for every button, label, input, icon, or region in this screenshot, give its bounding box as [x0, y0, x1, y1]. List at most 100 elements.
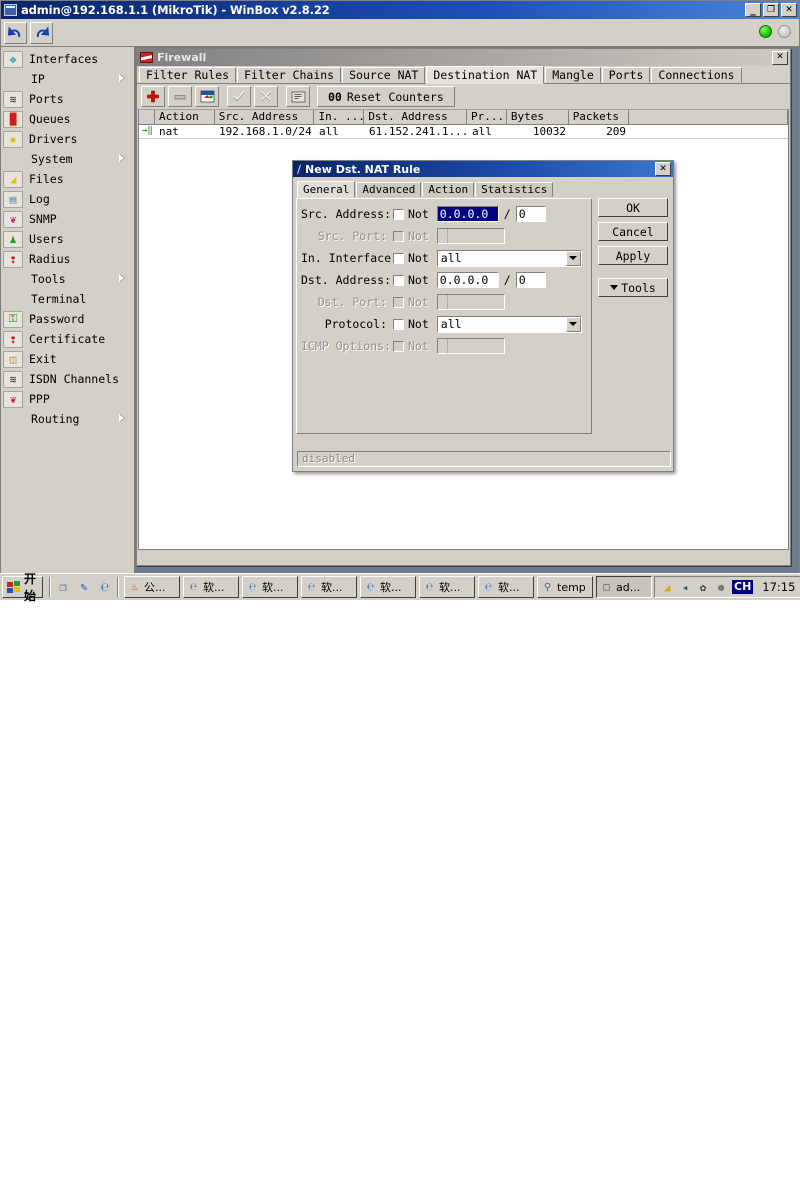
dst-address-mask-input[interactable]: 0 [515, 272, 546, 288]
caret-down-icon [610, 285, 619, 290]
taskbar-window-buttons: ♨ 公... ℮ 软... ℮ 软... ℮ 软... ℮ 软... ℮ 软... ℮ 软... ⚲ temp… [124, 576, 653, 598]
sidebar-item-queues[interactable]: █ Queues [1, 109, 134, 129]
sidebar-item-radius[interactable]: ❢ Radius [1, 249, 134, 269]
column-header[interactable]: Packets [569, 110, 629, 124]
taskbar-button[interactable]: ⚲ temp [537, 576, 594, 598]
dialog-close-button[interactable]: ✕ [655, 162, 671, 176]
column-header[interactable]: In. ... [314, 110, 365, 124]
taskbar-button[interactable]: ℮ 软... [301, 576, 358, 598]
sidebar-item-ports[interactable]: ≋ Ports [1, 89, 134, 109]
tab-mangle[interactable]: Mangle [545, 67, 601, 83]
in-interface-not-checkbox[interactable] [393, 252, 404, 264]
protocol-not-checkbox[interactable] [393, 318, 404, 330]
maximize-button[interactable]: ❐ [763, 3, 779, 17]
reset-counters-button[interactable]: 00 Reset Counters [317, 86, 455, 107]
disable-button[interactable] [254, 86, 278, 107]
taskbar-button[interactable]: □ ad... [596, 576, 653, 598]
taskbar-button[interactable]: ♨ 公... [124, 576, 181, 598]
dialog-tab-action[interactable]: Action [422, 182, 475, 197]
check-button[interactable] [227, 86, 251, 107]
taskbar-button[interactable]: ℮ 软... [242, 576, 299, 598]
column-header[interactable]: Src. Address [215, 110, 315, 124]
chevron-down-icon[interactable] [565, 250, 581, 266]
sidebar-item-routing[interactable]: Routing [1, 409, 134, 429]
volume-icon[interactable]: ◂ [677, 579, 693, 595]
sidebar-item-system[interactable]: System [1, 149, 134, 169]
column-header[interactable]: Bytes [507, 110, 569, 124]
dst-address-not-checkbox[interactable] [393, 274, 404, 286]
internet-explorer-icon[interactable]: ℮ [96, 578, 114, 596]
remove-rule-button[interactable] [168, 86, 192, 107]
apply-button[interactable]: Apply [598, 246, 668, 265]
undo-button[interactable] [4, 21, 27, 44]
notepad-icon[interactable]: ✎ [75, 578, 93, 596]
dialog-tab-general[interactable]: General [297, 181, 356, 198]
sidebar-item-password[interactable]: ⚿ Password [1, 309, 134, 329]
in-interface-dropdown[interactable]: all [436, 249, 582, 267]
tools-button[interactable]: Tools [598, 278, 668, 297]
sidebar-item-certificate[interactable]: ❢ Certificate [1, 329, 134, 349]
sidebar-item-tools[interactable]: Tools [1, 269, 134, 289]
sidebar-item-terminal[interactable]: Terminal [1, 289, 134, 309]
column-header[interactable] [629, 110, 788, 124]
close-button[interactable]: ✕ [781, 3, 797, 17]
dialog-tab-statistics[interactable]: Statistics [475, 182, 554, 197]
dialog-status-bar: disabled [297, 451, 671, 467]
taskbar-clock[interactable]: 17:15 [762, 580, 795, 594]
add-rule-button[interactable] [141, 86, 165, 107]
undo-arrow-icon [8, 25, 21, 37]
tab-connections[interactable]: Connections [651, 67, 742, 83]
sidebar-item-interfaces[interactable]: ✥ Interfaces [1, 49, 134, 69]
icmp-options-input[interactable] [436, 338, 505, 354]
sidebar-item-ppp[interactable]: ❦ PPP [1, 389, 134, 409]
ime-language-badge[interactable]: CH [732, 580, 754, 594]
tab-destination-nat[interactable]: Destination NAT [426, 66, 545, 84]
sidebar-item-isdn-channels[interactable]: ≋ ISDN Channels [1, 369, 134, 389]
taskbar-button[interactable]: ℮ 软... [419, 576, 476, 598]
ime-pen-icon[interactable]: ❁ [713, 579, 729, 595]
start-button[interactable]: 开始 [2, 572, 44, 603]
src-port-input[interactable] [436, 228, 505, 244]
sidebar-item-users[interactable]: ♟ Users [1, 229, 134, 249]
dialog-tab-advanced[interactable]: Advanced [356, 182, 422, 197]
protocol-dropdown[interactable]: all [436, 315, 582, 333]
ime-toolbar-icon[interactable]: ✿ [695, 579, 711, 595]
taskbar-button[interactable]: ℮ 软... [360, 576, 417, 598]
cancel-button[interactable]: Cancel [598, 222, 668, 241]
sidebar-item-drivers[interactable]: ✹ Drivers [1, 129, 134, 149]
taskbar-button[interactable]: ℮ 软... [478, 576, 535, 598]
table-row[interactable]: →‖ nat 192.168.1.0/24 all 61.152.241.1... all… [139, 125, 788, 139]
redo-button[interactable] [30, 21, 53, 44]
chevron-down-icon[interactable] [565, 316, 581, 332]
firewall-close-button[interactable]: ✕ [772, 50, 788, 65]
comment-button[interactable] [286, 86, 310, 107]
sidebar-item-ip[interactable]: IP [1, 69, 134, 89]
sidebar-item-log[interactable]: ▤ Log [1, 189, 134, 209]
dst-port-input[interactable] [436, 294, 505, 310]
src-address-not-checkbox[interactable] [393, 208, 404, 220]
ok-button[interactable]: OK [598, 198, 668, 217]
field-src-port: Src. Port: Not [297, 225, 591, 247]
dst-port-not-checkbox[interactable] [393, 296, 404, 308]
tab-ports[interactable]: Ports [601, 67, 651, 83]
src-address-mask-input[interactable]: 0 [515, 206, 546, 222]
taskbar-button[interactable]: ℮ 软... [183, 576, 240, 598]
sidebar-item-exit[interactable]: ◫ Exit [1, 349, 134, 369]
icmp-options-not-checkbox[interactable] [393, 340, 404, 352]
sidebar-item-snmp[interactable]: ❦ SNMP [1, 209, 134, 229]
routing-icon [3, 410, 25, 428]
tab-filter-chains[interactable]: Filter Chains [237, 67, 342, 83]
enable-rule-button[interactable] [195, 86, 219, 107]
column-header[interactable]: Dst. Address [364, 110, 467, 124]
tab-source-nat[interactable]: Source NAT [342, 67, 426, 83]
show-desktop-icon[interactable]: ❐ [54, 578, 72, 596]
src-port-not-checkbox[interactable] [393, 230, 404, 242]
src-address-input[interactable]: 0.0.0.0 [436, 206, 499, 222]
network-icon[interactable]: ◢ [659, 579, 675, 595]
column-header[interactable]: Pr... [467, 110, 507, 124]
minimize-button[interactable]: _ [745, 3, 761, 17]
column-header[interactable]: Action [155, 110, 215, 124]
sidebar-item-files[interactable]: ◢ Files [1, 169, 134, 189]
dst-address-input[interactable]: 0.0.0.0 [436, 272, 499, 288]
tab-filter-rules[interactable]: Filter Rules [139, 67, 237, 83]
